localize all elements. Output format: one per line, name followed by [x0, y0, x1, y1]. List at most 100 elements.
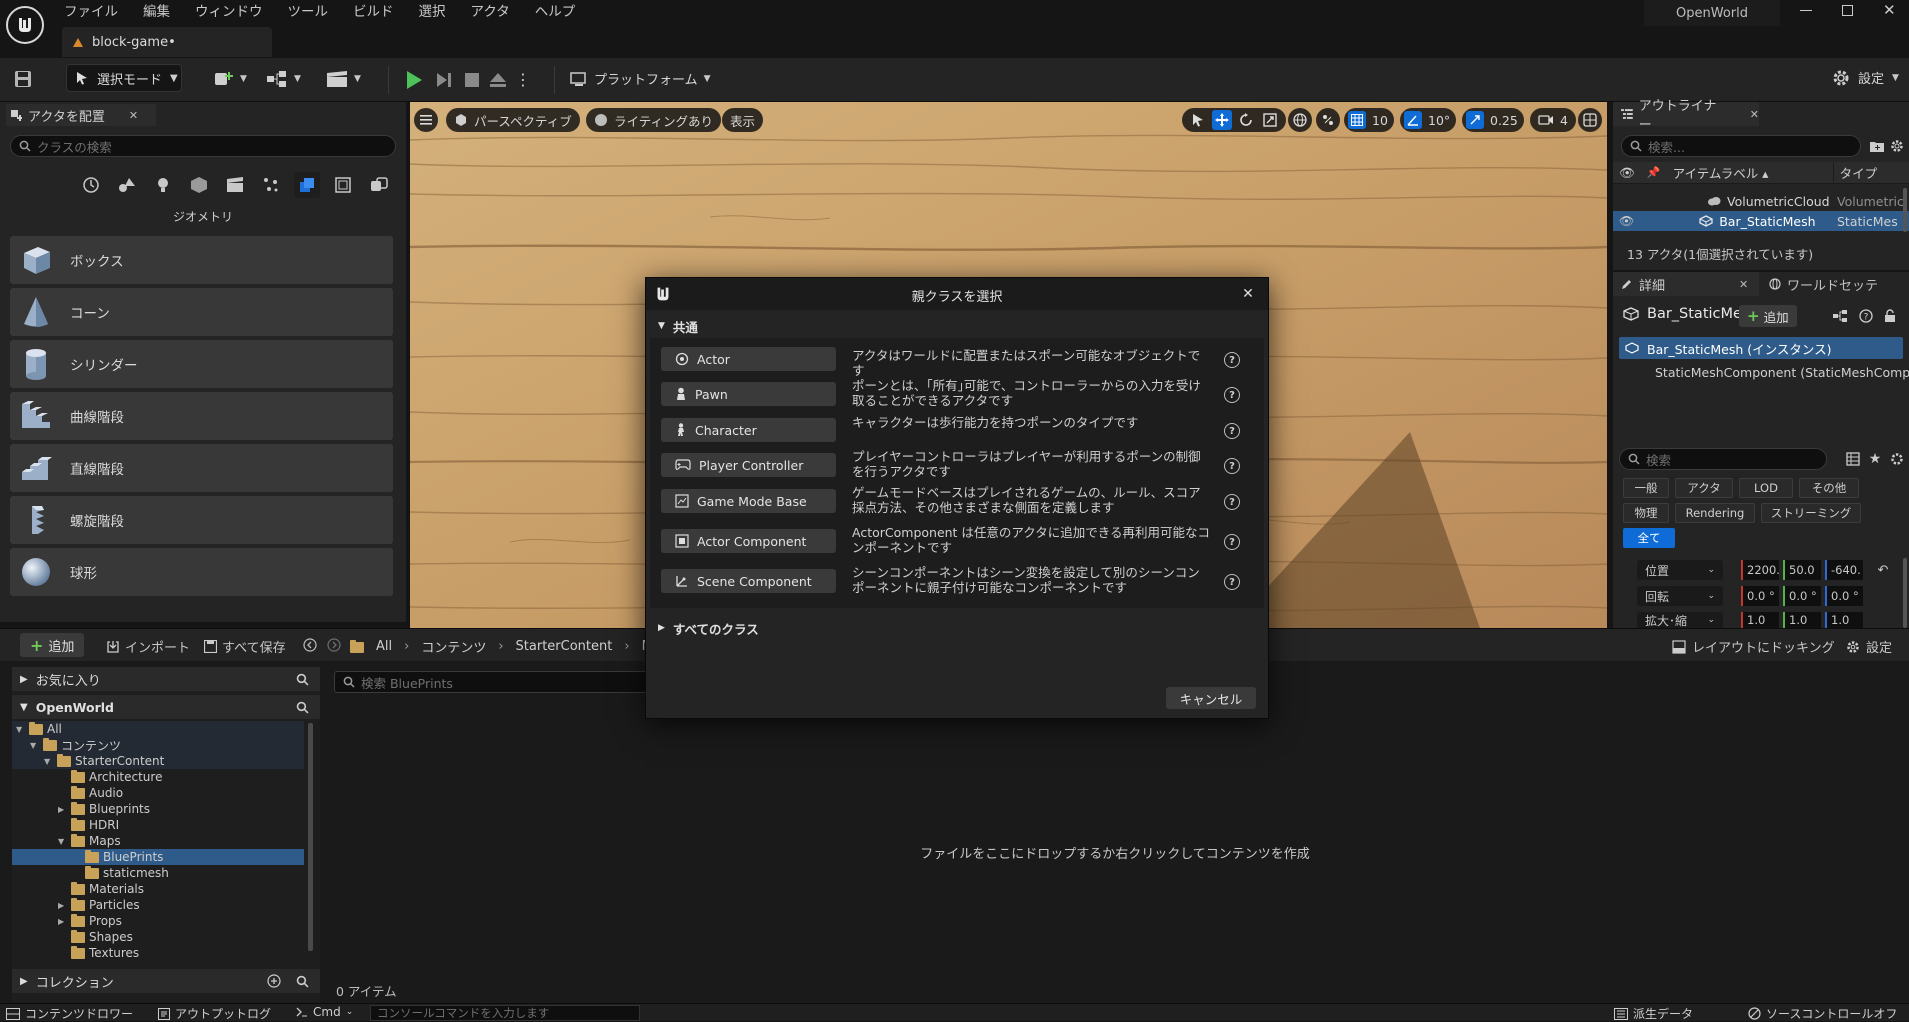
class-search-input[interactable]: クラスの検索: [10, 135, 396, 157]
class-button-pawn[interactable]: Pawn: [661, 382, 836, 406]
scale-z-input[interactable]: 1.0: [1825, 612, 1863, 628]
component-static-mesh[interactable]: StaticMeshComponent (StaticMeshComp: [1649, 362, 1909, 382]
add-component-button[interactable]: + 追加: [1739, 305, 1797, 327]
help-icon[interactable]: ?: [1857, 307, 1875, 325]
type-column[interactable]: タイプ: [1832, 163, 1877, 182]
content-drawer-button[interactable]: コンテンツドロワー: [6, 1005, 133, 1022]
cancel-button[interactable]: キャンセル: [1166, 687, 1256, 709]
blueprint-convert-icon[interactable]: [1829, 307, 1851, 325]
cinematic-icon[interactable]: [222, 172, 248, 198]
dock-in-layout-button[interactable]: レイアウトにドッキング: [1672, 637, 1835, 656]
location-x-input[interactable]: 2200.: [1741, 560, 1779, 580]
perspective-button[interactable]: パースペクティブ: [446, 108, 580, 132]
scale-tool-icon[interactable]: [1260, 110, 1280, 130]
folder-tree-item[interactable]: ▶ Props: [12, 913, 304, 929]
class-button-player-controller[interactable]: Player Controller: [661, 453, 836, 477]
project-search-icon[interactable]: [294, 699, 310, 715]
class-button-scene-component[interactable]: Scene Component: [661, 569, 836, 593]
folder-tree-item[interactable]: ▶ Particles: [12, 897, 304, 913]
geometry-icon[interactable]: [294, 172, 320, 198]
lights-icon[interactable]: [150, 172, 176, 198]
visibility-column-icon[interactable]: 👁: [1619, 165, 1635, 181]
menu-select[interactable]: 選択: [409, 1, 461, 23]
all-classes-section-header[interactable]: ▶ すべてのクラス: [646, 618, 1268, 638]
lighting-mode-button[interactable]: ライティングあり: [586, 108, 722, 132]
table-view-icon[interactable]: [1845, 451, 1861, 467]
help-icon[interactable]: ?: [1224, 494, 1240, 510]
class-button-game-mode-base[interactable]: Game Mode Base: [661, 489, 836, 513]
details-search-input[interactable]: 検索: [1619, 448, 1827, 470]
class-button-actor[interactable]: Actor: [661, 347, 836, 371]
close-tab-icon[interactable]: ✕: [1739, 278, 1748, 291]
folder-tree-item[interactable]: Materials: [12, 881, 304, 897]
asset-view-area[interactable]: [334, 695, 1904, 979]
viewport-layout-icon[interactable]: [1578, 108, 1602, 132]
help-icon[interactable]: ?: [1224, 423, 1240, 439]
project-section[interactable]: ▼ OpenWorld: [12, 695, 320, 719]
add-folder-icon[interactable]: [1869, 138, 1885, 154]
cmd-dropdown[interactable]: Cmd ⌄: [296, 1005, 353, 1019]
filter-general[interactable]: 一般: [1623, 478, 1669, 498]
filter-streaming[interactable]: ストリーミング: [1761, 503, 1861, 523]
dialog-close-icon[interactable]: ✕: [1238, 284, 1258, 304]
folder-tree-item[interactable]: ▼ StarterContent: [12, 753, 304, 769]
outliner-settings-icon[interactable]: [1889, 138, 1905, 154]
geometry-item-sphere[interactable]: 球形: [10, 548, 393, 596]
folder-tree-item[interactable]: Architecture: [12, 769, 304, 785]
geometry-item-cone[interactable]: コーン: [10, 288, 393, 336]
restore-icon[interactable]: [1842, 4, 1853, 16]
help-icon[interactable]: ?: [1224, 534, 1240, 550]
menu-build[interactable]: ビルド: [343, 1, 409, 23]
outliner-scrollbar[interactable]: [1903, 188, 1907, 232]
folder-tree-item[interactable]: staticmesh: [12, 865, 304, 881]
pin-column-icon[interactable]: 📌: [1647, 166, 1661, 179]
console-input[interactable]: コンソールコマンドを入力します: [370, 1005, 640, 1021]
class-button-actor-component[interactable]: Actor Component: [661, 529, 836, 553]
menu-help[interactable]: ヘルプ: [525, 1, 591, 23]
history-back-icon[interactable]: [302, 637, 318, 653]
geometry-item-cylinder[interactable]: シリンダー: [10, 340, 393, 388]
details-actor-name[interactable]: Bar_StaticMe: [1647, 306, 1739, 322]
cinematics-button[interactable]: ▼: [326, 70, 361, 88]
add-collection-icon[interactable]: [266, 973, 282, 989]
component-root-instance[interactable]: Bar_StaticMesh (インスタンス): [1619, 337, 1903, 359]
asset-search-input[interactable]: 検索 BluePrints: [334, 671, 654, 693]
scale-snap-toggle[interactable]: 0.25: [1462, 108, 1524, 132]
surface-snap-icon[interactable]: [1316, 108, 1340, 132]
favorites-section[interactable]: ▶ お気に入り: [12, 667, 320, 691]
stop-button[interactable]: [460, 68, 484, 92]
help-icon[interactable]: ?: [1224, 574, 1240, 590]
breadcrumb-content[interactable]: コンテンツ: [421, 637, 486, 656]
save-all-button[interactable]: すべて保存: [204, 637, 286, 656]
favorites-search-icon[interactable]: [294, 671, 310, 687]
details-settings-icon[interactable]: [1889, 451, 1905, 467]
lock-icon[interactable]: [1881, 307, 1899, 325]
menu-file[interactable]: ファイル: [54, 1, 133, 23]
help-icon[interactable]: ?: [1224, 387, 1240, 403]
folder-tree-item[interactable]: ▼ コンテンツ: [12, 737, 304, 753]
common-section-header[interactable]: ▼ 共通: [646, 316, 1268, 336]
filter-rendering[interactable]: Rendering: [1675, 503, 1755, 523]
folder-tree-item[interactable]: Textures: [12, 945, 304, 961]
details-scrollbar[interactable]: [1903, 558, 1907, 628]
geometry-item-spiral-stairs[interactable]: 螺旋階段: [10, 496, 393, 544]
chevron-down-icon[interactable]: ▼: [58, 837, 67, 846]
world-settings-tab[interactable]: ワールドセッテ: [1763, 272, 1909, 296]
reset-arrow-icon[interactable]: ↶: [1875, 562, 1891, 578]
play-button[interactable]: [402, 68, 426, 92]
star-icon[interactable]: ★: [1867, 451, 1883, 467]
chevron-right-icon[interactable]: ▶: [58, 917, 67, 926]
close-tab-icon[interactable]: ✕: [129, 109, 138, 122]
select-mode-dropdown[interactable]: 選択モード ▼: [66, 64, 182, 92]
chevron-down-icon[interactable]: ▼: [44, 757, 53, 766]
menu-tools[interactable]: ツール: [278, 1, 344, 23]
basic-shapes-icon[interactable]: [114, 172, 140, 198]
location-dropdown[interactable]: 位置 ⌄: [1637, 560, 1723, 580]
help-icon[interactable]: ?: [1224, 352, 1240, 368]
rotation-z-input[interactable]: 0.0 °: [1825, 586, 1863, 606]
geometry-item-box[interactable]: ボックス: [10, 236, 393, 284]
select-tool-icon[interactable]: [1188, 110, 1208, 130]
collections-search-icon[interactable]: [294, 973, 310, 989]
class-button-character[interactable]: Character: [661, 418, 836, 442]
close-tab-icon[interactable]: ✕: [1750, 108, 1759, 121]
